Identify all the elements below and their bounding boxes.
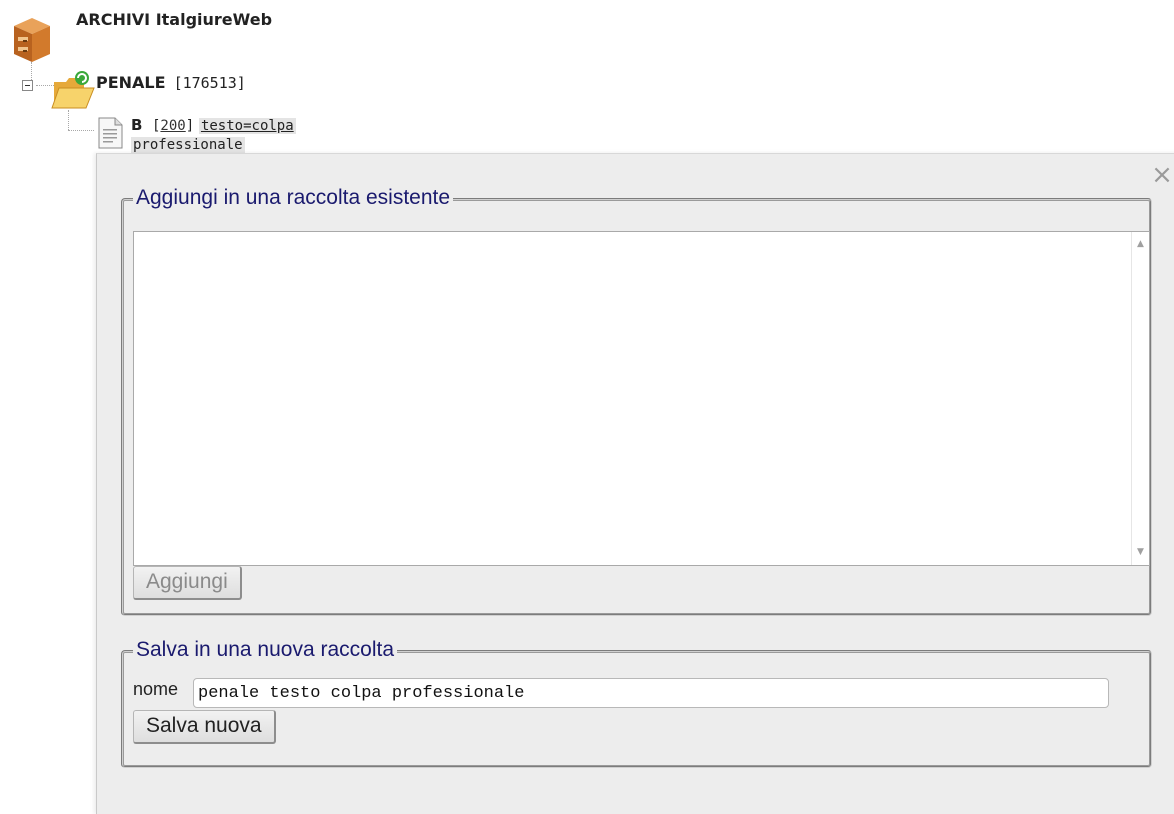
search-query-link[interactable]: testo=colpa [198,118,296,134]
archive-count: [176513] [173,74,246,92]
close-icon[interactable]: × [1151,162,1173,188]
name-label: nome [133,679,179,699]
tree-connector [68,130,94,131]
tree-connector [31,62,32,80]
archive-cabinet-icon [14,18,50,62]
collection-name-input[interactable] [193,678,1109,708]
list-scrollbar[interactable]: ▲ ▼ [1131,232,1149,565]
existing-collections-list[interactable]: ▲ ▼ [133,231,1150,566]
tree-connector [68,110,69,130]
archive-name[interactable]: PENALE [96,73,166,92]
archive-penale-row[interactable]: PENALE [176513] [96,73,246,92]
collapse-toggle-icon[interactable] [22,80,33,91]
tree-root-label[interactable]: ARCHIVI ItalgiureWeb [76,10,272,29]
search-count-link[interactable]: 200 [160,118,185,134]
document-icon [98,117,123,149]
search-result-row[interactable]: B [200] testo=colpa professionale [131,116,391,154]
existing-collection-legend: Aggiungi in una raccolta esistente [133,186,454,210]
existing-collection-group: Aggiungi in una raccolta esistente ▲ ▼ A… [121,186,1152,616]
search-query-continuation[interactable]: professionale [131,137,245,153]
search-count-bracket-close: ] [185,118,195,134]
search-letter: B [131,116,143,134]
scroll-down-arrow-icon[interactable]: ▼ [1132,544,1149,561]
save-new-button[interactable]: Salva nuova [133,710,276,744]
save-collection-dialog: × Aggiungi in una raccolta esistente ▲ ▼… [96,153,1174,814]
new-collection-group: Salva in una nuova raccolta nome Salva n… [121,638,1152,768]
open-folder-icon [51,71,95,109]
scroll-up-arrow-icon[interactable]: ▲ [1132,236,1149,253]
new-collection-legend: Salva in una nuova raccolta [133,638,397,662]
add-button[interactable]: Aggiungi [133,566,242,600]
